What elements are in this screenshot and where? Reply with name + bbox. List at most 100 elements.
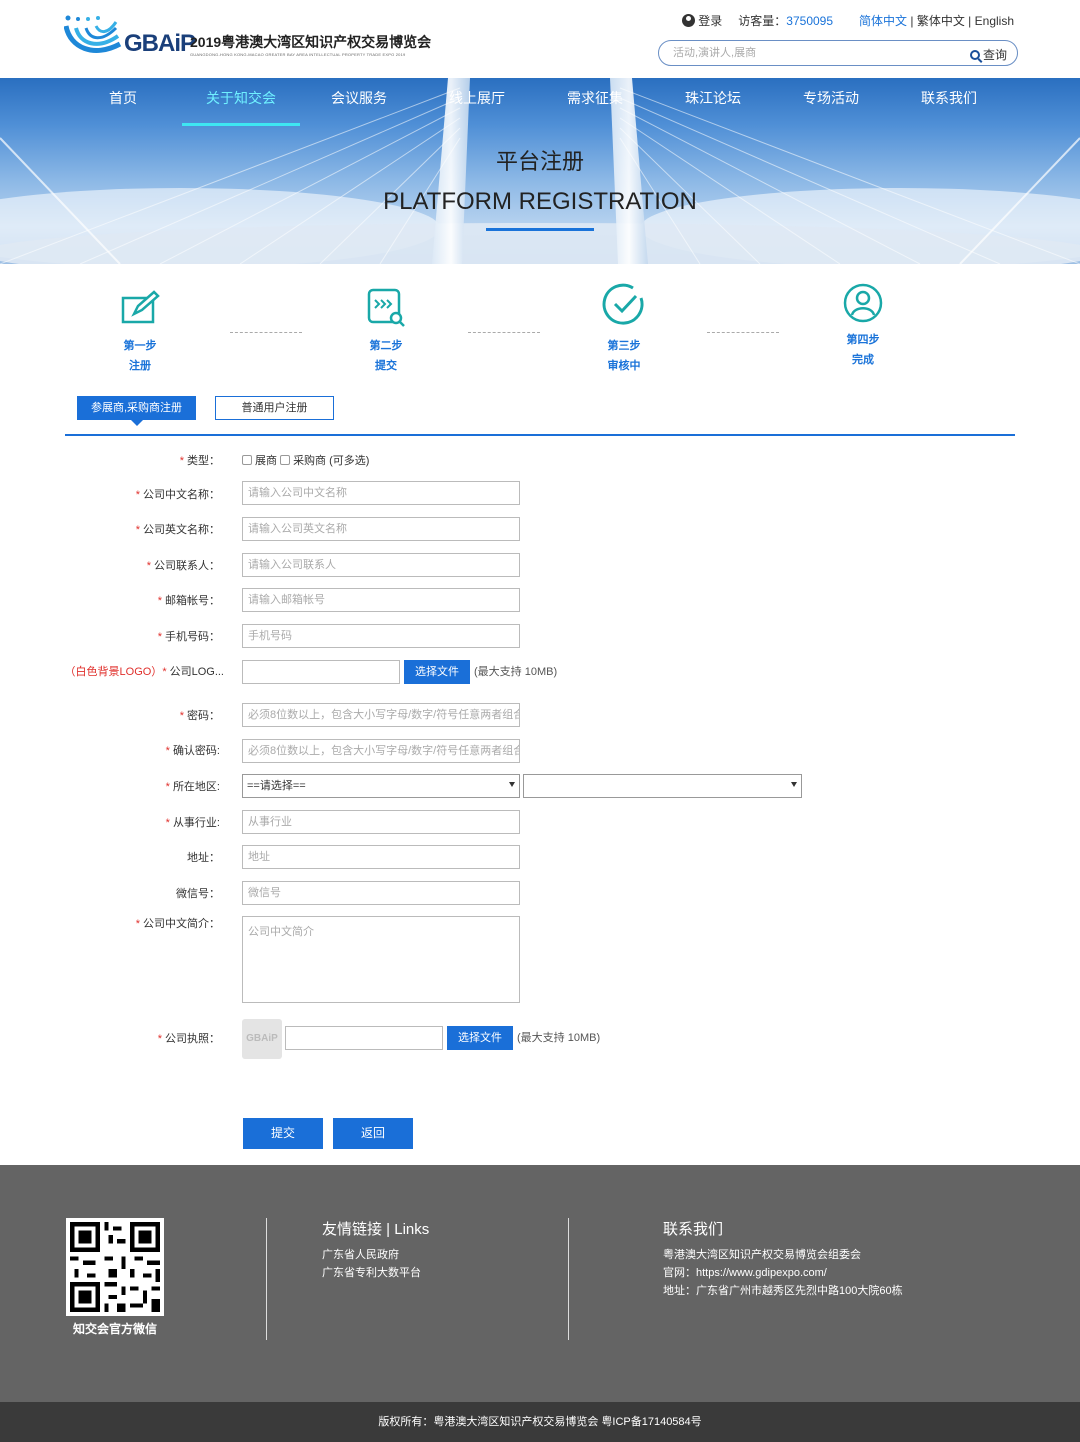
link-guangdong-government[interactable]: 广东省人民政府 <box>322 1246 399 1264</box>
contact-address: 地址：广东省广州市越秀区先烈中路100大院60栋 <box>663 1285 903 1297</box>
hero-banner: 首页 关于知交会 会议服务 线上展厅 需求征集 珠江论坛 专场活动 联系我们 平… <box>0 78 1080 264</box>
exhibitor-checkbox[interactable] <box>242 455 252 465</box>
login-link[interactable]: 登录 <box>698 12 722 29</box>
step-4: 第四步 完成 <box>813 282 913 370</box>
links-title: 友情链接 | Links <box>322 1221 430 1238</box>
contact-input[interactable] <box>242 553 520 577</box>
lang-english-link[interactable]: English <box>975 14 1014 28</box>
step-1: 第一步 注册 <box>90 286 190 376</box>
license-file-path[interactable] <box>285 1026 443 1050</box>
nav-item-demand[interactable]: 需求征集 <box>536 86 654 122</box>
required-mark: * <box>162 666 167 678</box>
link-patent-platform[interactable]: 广东省专利大数平台 <box>322 1264 421 1282</box>
search-button[interactable]: 查询 <box>969 46 1007 63</box>
intro-textarea[interactable] <box>242 916 520 1003</box>
search-icon <box>969 49 980 60</box>
nav-item-about[interactable]: 关于知交会 <box>182 86 300 126</box>
buyer-option-label: 采购商 (可多选) <box>293 455 370 467</box>
required-mark: * <box>179 455 184 467</box>
buyer-checkbox[interactable] <box>280 455 291 465</box>
step-1-name: 注册 <box>129 360 151 372</box>
wechat-input[interactable] <box>242 881 520 905</box>
site-header: GBAiP 2019粤港澳大湾区知识产权交易博览会 GUANGDONG-HONG… <box>0 0 1080 78</box>
visitor-count: 访客量：3750095 <box>738 12 833 29</box>
expo-title: 2019粤港澳大湾区知识产权交易博览会 <box>190 34 432 50</box>
license-preview-image: GBAiP <box>242 1019 282 1059</box>
wechat-label: 微信号： <box>176 888 220 900</box>
copyright-bar: 版权所有：粤港澳大湾区知识产权交易博览会 粤ICP备17140584号 <box>0 1402 1080 1442</box>
step-4-number: 第四步 <box>846 334 880 346</box>
intro-label-text: 公司中文简介： <box>143 918 220 930</box>
license-label: * 公司执照： <box>0 1031 220 1047</box>
email-label: * 邮箱帐号： <box>0 593 220 609</box>
address-input[interactable] <box>242 845 520 869</box>
submit-button[interactable]: 提交 <box>243 1118 323 1149</box>
required-mark: * <box>157 1033 162 1045</box>
contact-title: 联系我们 <box>663 1221 724 1238</box>
password-input[interactable] <box>242 703 520 727</box>
step-1-number: 第一步 <box>123 340 157 352</box>
password-label-text: 密码： <box>187 710 220 722</box>
nav-item-home[interactable]: 首页 <box>64 86 182 122</box>
chevron-down-icon <box>509 782 515 787</box>
required-mark: * <box>179 710 184 722</box>
company-cn-label-text: 公司中文名称： <box>143 489 220 501</box>
nav-item-events[interactable]: 专场活动 <box>772 86 890 122</box>
type-options: 展商 采购商 (可多选) <box>242 453 369 469</box>
step-2: 第二步 提交 <box>336 286 436 376</box>
footer-divider <box>568 1218 569 1340</box>
main-nav: 首页 关于知交会 会议服务 线上展厅 需求征集 珠江论坛 专场活动 联系我们 <box>64 86 1014 126</box>
exhibitor-option-label: 展商 <box>255 455 277 467</box>
license-choose-file-button[interactable]: 选择文件 <box>447 1026 513 1050</box>
company-en-input[interactable] <box>242 517 520 541</box>
contact-website[interactable]: 官网：https://www.gdipexpo.com/ <box>663 1264 827 1282</box>
company-cn-input[interactable] <box>242 481 520 505</box>
region-label-text: 所在地区: <box>172 781 220 793</box>
phone-input[interactable] <box>242 624 520 648</box>
nav-item-conference[interactable]: 会议服务 <box>300 86 418 122</box>
nav-item-contact[interactable]: 联系我们 <box>890 86 1008 122</box>
password-label: * 密码： <box>0 708 220 724</box>
company-en-label-text: 公司英文名称： <box>143 524 220 536</box>
tab-exhibitor-registration[interactable]: 参展商,采购商注册 <box>77 396 196 426</box>
user-icon <box>682 14 696 27</box>
company-en-label: * 公司英文名称： <box>0 522 220 538</box>
region-city-select[interactable] <box>523 774 802 798</box>
industry-input[interactable] <box>242 810 520 834</box>
required-mark: * <box>135 489 140 501</box>
nav-item-online-hall[interactable]: 线上展厅 <box>418 86 536 122</box>
logo-max-size-note: (最大支持 10MB) <box>474 666 558 678</box>
type-label-text: 类型： <box>187 455 220 467</box>
required-mark: * <box>135 918 140 930</box>
lang-traditional-link[interactable]: 繁体中文 <box>917 14 965 28</box>
user-circle-icon <box>843 283 883 323</box>
nav-item-forum[interactable]: 珠江论坛 <box>654 86 772 122</box>
step-3-number: 第三步 <box>607 340 641 352</box>
qr-caption: 知交会官方微信 <box>72 1322 157 1336</box>
logo-choose-file-button[interactable]: 选择文件 <box>404 660 470 684</box>
required-mark: * <box>165 745 170 757</box>
confirm-password-label: * 确认密码: <box>0 743 220 759</box>
edit-icon <box>121 290 160 324</box>
search-input[interactable] <box>673 45 963 61</box>
lang-simplified-link[interactable]: 简体中文 <box>859 14 907 28</box>
wechat-qr-code <box>66 1218 164 1316</box>
confirm-password-input[interactable] <box>242 739 520 763</box>
industry-label: * 从事行业: <box>0 815 220 831</box>
top-bar: 登录 访客量：3750095 简体中文 | 繁体中文 | English <box>682 12 1014 29</box>
email-input[interactable] <box>242 588 520 612</box>
region-province-select[interactable]: ==请选择== <box>242 774 520 798</box>
region-province-value: ==请选择== <box>247 780 306 792</box>
step-3: 第三步 审核中 <box>574 282 674 376</box>
logo-wordmark: GBAiP <box>124 30 196 57</box>
logo-file-path[interactable] <box>242 660 400 684</box>
contact-label-text: 公司联系人： <box>154 560 220 572</box>
license-label-text: 公司执照： <box>165 1033 220 1045</box>
back-button[interactable]: 返回 <box>333 1118 413 1149</box>
site-logo[interactable]: GBAiP 2019粤港澳大湾区知识产权交易博览会 GUANGDONG-HONG… <box>64 10 431 62</box>
submit-search-icon <box>367 288 405 327</box>
tab-user-registration[interactable]: 普通用户注册 <box>215 396 334 420</box>
step-connector <box>230 332 302 333</box>
intro-label: * 公司中文简介： <box>0 916 220 932</box>
qr-code-icon <box>70 1222 160 1312</box>
